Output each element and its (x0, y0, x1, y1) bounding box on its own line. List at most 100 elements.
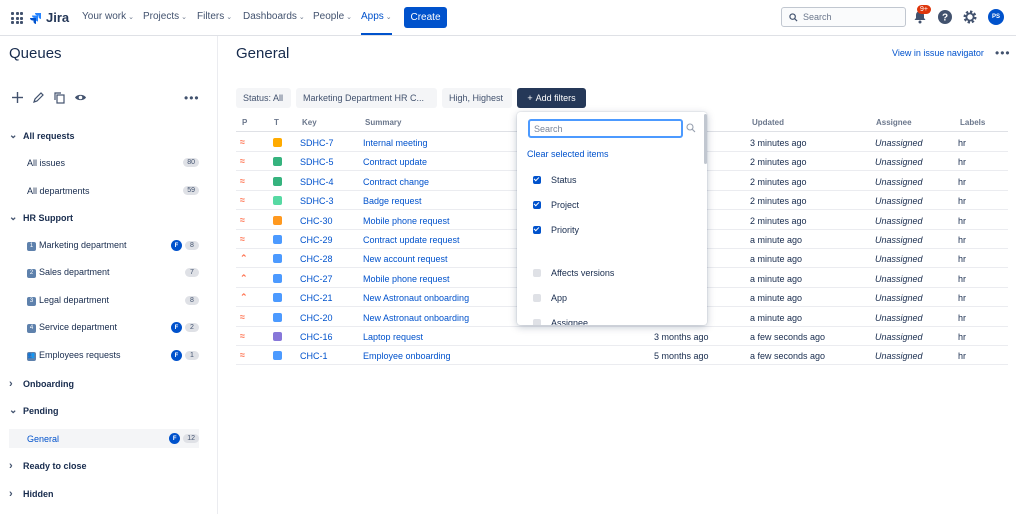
jira-logo[interactable]: Jira (30, 10, 69, 25)
add-filters-button[interactable]: + Add filters (517, 88, 586, 108)
sidebar-group-all-requests[interactable]: ⌄ All requests (9, 126, 199, 145)
issue-label: hr (958, 196, 967, 207)
issue-key-link[interactable]: CHC-16 (300, 332, 333, 342)
issue-summary-link[interactable]: Mobile phone request (363, 216, 450, 226)
filter-option-project[interactable]: Project (533, 198, 579, 212)
column-p[interactable]: P (242, 118, 247, 127)
queue-flag-badge: F (171, 322, 182, 333)
column-t[interactable]: T (274, 118, 279, 127)
clear-selected-items-link[interactable]: Clear selected items (527, 149, 609, 159)
issue-summary-link[interactable]: Contract change (363, 177, 429, 187)
user-avatar[interactable]: PS (988, 9, 1004, 25)
filter-chip[interactable]: Marketing Department HR C... (296, 88, 437, 108)
issue-key-link[interactable]: CHC-30 (300, 216, 333, 226)
sidebar-item-marketing-department[interactable]: 1 Marketing department F 8 (9, 236, 199, 255)
priority-highest-icon: ≈ (240, 156, 245, 167)
nav-projects[interactable]: Projects ⌄ (143, 11, 187, 22)
edit-pencil-icon[interactable] (32, 91, 45, 104)
sidebar-item-all-departments[interactable]: All departments 59 (9, 181, 199, 200)
chevron-down-icon: ⌄ (346, 14, 353, 21)
sidebar-item-service-department[interactable]: 4 Service department F 2 (9, 318, 199, 337)
help-icon[interactable]: ? (937, 9, 953, 25)
sidebar-group-hr-support[interactable]: ⌄ HR Support (9, 208, 199, 227)
sidebar-group-ready-to-close[interactable]: › Ready to close (9, 456, 199, 475)
sidebar-row-label: 1 Marketing department (27, 240, 171, 251)
sidebar-item-legal-department[interactable]: 3 Legal department 8 (9, 291, 199, 310)
nav-dashboards[interactable]: Dashboards ⌄ (243, 11, 305, 22)
filter-option-status[interactable]: Status (533, 173, 577, 187)
sidebar-group-onboarding[interactable]: › Onboarding (9, 374, 199, 393)
checkbox-unchecked[interactable] (533, 319, 541, 325)
chevron-down-icon: ⌄ (128, 14, 134, 21)
chevron-down-icon: ⌄ (385, 14, 392, 21)
add-icon[interactable] (11, 91, 24, 104)
issue-summary-link[interactable]: Mobile phone request (363, 274, 450, 284)
filter-search-input[interactable]: Search (528, 119, 683, 138)
checkbox-unchecked[interactable] (533, 269, 541, 277)
sidebar-row-text: Employees requests (39, 350, 121, 361)
sidebar-group-hidden[interactable]: › Hidden (9, 484, 199, 503)
issue-key-link[interactable]: CHC-28 (300, 254, 333, 264)
sidebar-row-label: 2 Sales department (27, 267, 185, 278)
issue-key-link[interactable]: SDHC-4 (300, 177, 334, 187)
jira-logo-icon (30, 12, 41, 24)
column-labels[interactable]: Labels (960, 118, 985, 127)
sidebar-more-icon[interactable]: ••• (184, 91, 200, 105)
app-switcher-icon[interactable] (11, 12, 23, 24)
watch-eye-icon[interactable] (74, 91, 87, 104)
issue-key-link[interactable]: CHC-21 (300, 293, 333, 303)
issue-summary-link[interactable]: Contract update request (363, 235, 460, 245)
dropdown-scrollbar[interactable] (704, 114, 707, 164)
issue-summary-link[interactable]: Contract update (363, 157, 427, 167)
nav-filters[interactable]: Filters ⌄ (197, 11, 232, 22)
checkbox-checked[interactable] (533, 226, 541, 234)
filter-option-affects-versions[interactable]: Affects versions (533, 266, 614, 280)
search-icon (686, 123, 696, 133)
view-in-issue-navigator-link[interactable]: View in issue navigator (892, 48, 984, 58)
sidebar-item-general[interactable]: General F 12 (9, 429, 199, 448)
issue-summary-link[interactable]: New Astronaut onboarding (363, 313, 469, 323)
checkbox-checked[interactable] (533, 176, 541, 184)
filter-option-assignee[interactable]: Assignee (533, 316, 588, 325)
sidebar-item-sales-department[interactable]: 2 Sales department 7 (9, 263, 199, 282)
nav-people[interactable]: People ⌄ (313, 11, 352, 22)
queue-count-badge: 7 (185, 268, 199, 277)
nav-your-work[interactable]: Your work ⌄ (82, 11, 134, 22)
create-button[interactable]: Create (404, 7, 447, 28)
settings-gear-icon[interactable] (962, 9, 978, 25)
issue-key-link[interactable]: SDHC-3 (300, 196, 334, 206)
column-assignee[interactable]: Assignee (876, 118, 912, 127)
issue-key-link[interactable]: CHC-27 (300, 274, 333, 284)
search-input[interactable]: Search (781, 7, 906, 27)
table-row[interactable]: ≈ CHC-1 Employee onboarding 5 months ago a f… (236, 346, 1008, 366)
checkbox-checked[interactable] (533, 201, 541, 209)
more-actions-icon[interactable]: ••• (995, 46, 1011, 60)
table-row[interactable]: ≈ CHC-16 Laptop request 3 months ago a few s… (236, 327, 1008, 346)
queue-count-badge: 12 (183, 434, 199, 443)
issue-key-link[interactable]: SDHC-7 (300, 138, 334, 148)
filter-option-app[interactable]: App (533, 291, 567, 305)
issue-key-link[interactable]: SDHC-5 (300, 157, 334, 167)
column-key[interactable]: Key (302, 118, 317, 127)
issue-summary-link[interactable]: Internal meeting (363, 138, 428, 148)
filter-chip[interactable]: High, Highest (442, 88, 512, 108)
column-updated[interactable]: Updated (752, 118, 784, 127)
sidebar-group-pending[interactable]: ⌄ Pending (9, 401, 199, 420)
sidebar-item-employees-requests[interactable]: 👥 Employees requests F 1 (9, 346, 199, 365)
priority-highest-icon: ≈ (240, 195, 245, 206)
issue-summary-link[interactable]: Employee onboarding (363, 351, 451, 361)
filter-chip[interactable]: Status: All (236, 88, 291, 108)
copy-icon[interactable] (53, 91, 66, 104)
issue-summary-link[interactable]: New account request (363, 254, 448, 264)
issue-key-link[interactable]: CHC-1 (300, 351, 328, 361)
issue-summary-link[interactable]: Laptop request (363, 332, 423, 342)
checkbox-unchecked[interactable] (533, 294, 541, 302)
nav-apps[interactable]: Apps ⌄ (361, 11, 392, 35)
filter-option-priority[interactable]: Priority (533, 223, 579, 237)
issue-summary-link[interactable]: Badge request (363, 196, 422, 206)
issue-key-link[interactable]: CHC-20 (300, 313, 333, 323)
issue-key-link[interactable]: CHC-29 (300, 235, 333, 245)
sidebar-item-all-issues[interactable]: All issues 80 (9, 153, 199, 172)
column-summary[interactable]: Summary (365, 118, 401, 127)
issue-summary-link[interactable]: New Astronaut onboarding (363, 293, 469, 303)
